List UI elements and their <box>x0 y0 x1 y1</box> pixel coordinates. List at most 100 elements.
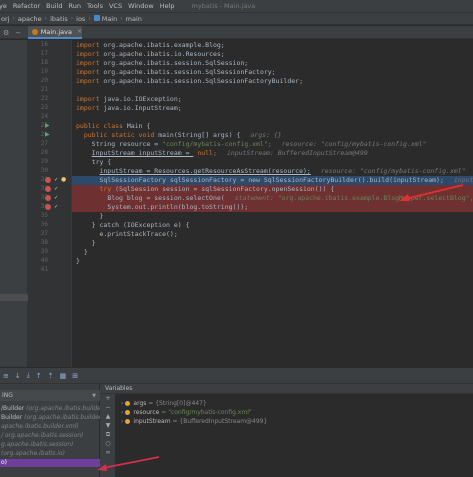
menu-item-1[interactable]: Refactor <box>10 2 43 10</box>
keyword: import <box>76 41 104 49</box>
run-gutter-icon[interactable]: ▶ <box>45 122 50 130</box>
variable-name: resource <box>133 409 160 416</box>
breadcrumb-item[interactable]: main <box>125 15 143 23</box>
keyword <box>76 194 107 202</box>
code-line[interactable]: InputStream inputStream = null; inputStre… <box>72 149 473 158</box>
keyword: public class <box>76 122 127 130</box>
debug-step-icon-6[interactable]: ⊞ <box>69 372 81 380</box>
code-line[interactable]: import org.apache.ibatis.io.Resources; <box>72 50 473 59</box>
code-line[interactable]: } <box>72 248 473 257</box>
variables-tool-icon-0[interactable]: + <box>101 394 115 403</box>
frame-row[interactable]: Builder (org.apache.ibatis.builder.x <box>0 414 100 422</box>
menu-item-7[interactable]: Help <box>157 2 178 10</box>
code-body: SqlSessionFactory sqlSessionFactory = ne… <box>99 176 444 184</box>
editor-gutter[interactable]: 16 17 18 19 20 21 22 23 24 25 26 27 28 29 30 31 32 33 34 35… <box>28 40 72 367</box>
code-text: import org.apache.ibatis.session.SqlSess… <box>76 77 303 86</box>
frame-row[interactable]: /Builder (org.apache.ibatis.builder <box>0 405 100 413</box>
code-line[interactable]: System.out.println(blog.toString()); <box>72 203 473 212</box>
lightbulb-icon[interactable]: ● <box>61 176 66 184</box>
breadcrumb-item[interactable]: ibatis <box>49 15 69 23</box>
breakpoint-icon[interactable] <box>45 203 52 210</box>
project-selected-row[interactable] <box>0 294 28 301</box>
variables-tool-icon-2[interactable]: ▲ <box>101 412 115 421</box>
keyword: public static void <box>76 131 159 139</box>
code-body: (SqlSession session = sqlSessionFactory.… <box>115 185 335 193</box>
menu-item-0[interactable]: ye <box>0 2 10 10</box>
keyword <box>76 176 99 184</box>
breadcrumb-item[interactable]: apache <box>17 15 43 23</box>
keyword <box>76 239 92 247</box>
code-line[interactable]: try { <box>72 158 473 167</box>
variables-tool-icon-4[interactable]: ⧉ <box>101 430 115 439</box>
code-line[interactable]: } <box>72 257 473 266</box>
code-line[interactable]: import java.io.InputStream; <box>72 104 473 113</box>
code-line[interactable] <box>72 266 473 275</box>
variables-tool-icon-3[interactable]: ▼ <box>101 421 115 430</box>
run-gutter-icon[interactable]: ▶ <box>45 131 50 139</box>
code-text: import org.apache.ibatis.session.SqlSess… <box>76 59 248 68</box>
frame-row[interactable]: (org.apache.ibatis.io) <box>0 450 100 458</box>
variables-tool-icon-1[interactable]: − <box>101 403 115 412</box>
variable-row[interactable]: › inputStream = {BufferedInputStream@499} <box>121 418 267 426</box>
breadcrumb-item[interactable]: Main <box>93 14 119 23</box>
breakpoint-icon[interactable] <box>45 194 52 201</box>
close-icon[interactable]: × <box>77 28 82 35</box>
menu-item-6[interactable]: Window <box>125 2 157 10</box>
frame-location: (org.apache.ibatis.builder.x <box>22 414 100 421</box>
breakpoint-icon[interactable] <box>45 185 52 192</box>
code-line[interactable]: } <box>72 212 473 221</box>
code-line[interactable] <box>72 86 473 95</box>
variable-value: = {String[0]@447} <box>146 400 207 407</box>
code-line[interactable]: inputStream = Resources.getResourceAsStr… <box>72 167 473 176</box>
variables-tool-icon-5[interactable]: ○ <box>101 439 115 448</box>
code-line[interactable]: import java.io.IOException; <box>72 95 473 104</box>
minimize-icon[interactable]: − <box>12 29 24 37</box>
menu-item-2[interactable]: Build <box>43 2 65 10</box>
debug-step-icon-0[interactable]: ≡ <box>0 372 12 380</box>
menu-item-5[interactable]: VCS <box>106 2 125 10</box>
code-line[interactable]: import org.apache.ibatis.example.Blog; <box>72 41 473 50</box>
tab-main-java[interactable]: Main.java × <box>28 26 82 39</box>
code-body: } <box>76 257 80 265</box>
debug-step-icon-5[interactable]: ▦ <box>57 372 70 380</box>
breakpoint-check-icon: ✓ <box>54 204 59 210</box>
keyword <box>76 248 84 256</box>
debug-step-icon-4[interactable]: ⇡ <box>45 372 57 380</box>
line-number: 20 <box>40 77 48 84</box>
code-body: try { <box>91 158 112 166</box>
frame-row[interactable]: apache.ibatis.builder.xml) <box>0 423 100 431</box>
variable-icon <box>125 410 131 415</box>
code-line[interactable]: public static void main(String[] args) {… <box>72 131 473 140</box>
frame-row[interactable]: g.apache.ibatis.session) <box>0 441 100 449</box>
frame-row[interactable]: o) <box>0 459 100 467</box>
code-line[interactable]: import org.apache.ibatis.session.SqlSess… <box>72 59 473 68</box>
code-text: } catch (IOException e) { <box>76 221 190 230</box>
code-line[interactable] <box>72 113 473 122</box>
code-line[interactable]: public class Main { <box>72 122 473 131</box>
code-body: Blog blog = session.selectOne( <box>107 194 225 202</box>
expand-chevron-icon[interactable]: › <box>121 400 123 407</box>
breadcrumb-item[interactable]: orj <box>0 15 10 23</box>
code-editor[interactable]: import org.apache.ibatis.example.Blog; im… <box>72 40 473 367</box>
breadcrumb-item[interactable]: ios <box>75 15 86 23</box>
debug-step-icon-1[interactable]: ↓ <box>12 372 24 380</box>
variable-row[interactable]: › resource = "config/mybatis-config.xml" <box>121 409 252 417</box>
code-line[interactable]: e.printStackTrace(); <box>72 230 473 239</box>
frame-row[interactable]: / org.apache.ibatis.session) <box>0 432 100 440</box>
code-line[interactable]: } <box>72 239 473 248</box>
expand-chevron-icon[interactable]: › <box>121 418 123 425</box>
menu-item-3[interactable]: Run <box>65 2 83 10</box>
code-line[interactable]: import org.apache.ibatis.session.SqlSess… <box>72 68 473 77</box>
code-text: try (SqlSession session = sqlSessionFact… <box>76 185 334 194</box>
code-line[interactable]: } catch (IOException e) { <box>72 221 473 230</box>
variable-row[interactable]: › args = {String[0]@447} <box>121 400 207 408</box>
thread-selector[interactable]: ING ▼ <box>0 390 100 401</box>
expand-chevron-icon[interactable]: › <box>121 409 123 416</box>
code-line[interactable]: String resource = "config/mybatis-config… <box>72 140 473 149</box>
debug-step-icon-2[interactable]: ⤓ <box>24 371 33 380</box>
settings-gear-icon[interactable]: ⚙ <box>0 29 12 37</box>
code-line[interactable]: import org.apache.ibatis.session.SqlSess… <box>72 77 473 86</box>
breakpoint-icon[interactable] <box>45 176 52 183</box>
debug-step-icon-3[interactable]: ↑ <box>33 372 45 380</box>
menu-item-4[interactable]: Tools <box>84 2 106 10</box>
